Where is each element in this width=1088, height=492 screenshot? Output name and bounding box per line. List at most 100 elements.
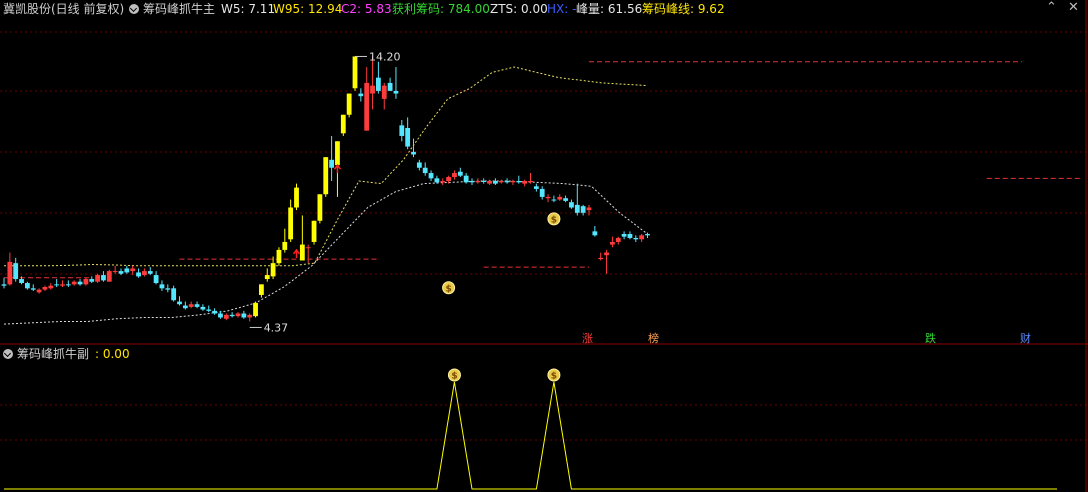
candle-body [235, 313, 241, 317]
candle-body [229, 314, 235, 317]
candle-body [475, 181, 481, 183]
candle-body [124, 268, 130, 273]
candle-body [621, 234, 627, 237]
money-signal-icon-symbol: $ [445, 284, 451, 294]
candlestick-chart[interactable]: 14.20 4.37 $ $ $ $ [0, 0, 1088, 492]
candle-body [270, 263, 276, 277]
candle-body [510, 181, 516, 183]
sub-money-signal-icon-symbol: $ [451, 372, 457, 382]
candle-body [276, 249, 282, 264]
candle-body [112, 271, 118, 273]
candle-body [574, 204, 580, 213]
candle-body [411, 151, 416, 155]
candle-body [136, 272, 141, 277]
candle-body [54, 284, 60, 286]
candle-body [182, 305, 188, 309]
buy-arrow-icon [292, 248, 301, 258]
candle-body [346, 93, 352, 115]
candle-body [142, 271, 147, 276]
candle-body [533, 186, 539, 189]
candle-body [580, 206, 586, 213]
candle-body [253, 302, 258, 317]
candle-body [60, 284, 65, 286]
candle-body [118, 271, 124, 274]
candle-body [551, 199, 557, 201]
candle-body [153, 275, 159, 284]
candle-body [422, 167, 428, 174]
candle-body [48, 285, 54, 289]
low-price-label: 4.37 [264, 321, 289, 334]
candle-body [89, 279, 95, 282]
candle-body [358, 93, 364, 97]
candle-body [364, 82, 370, 131]
candle-body [95, 275, 100, 282]
buy-arrow-icon [333, 163, 342, 174]
candle-body [177, 301, 182, 305]
candle-body [539, 188, 545, 197]
candle-body [264, 275, 270, 280]
candle-body [399, 125, 405, 136]
candle-body [469, 181, 475, 183]
candle-body [376, 77, 381, 91]
candle-body [487, 181, 492, 184]
candle-body [323, 157, 329, 195]
candle-body [627, 234, 633, 238]
candle-body [282, 241, 288, 250]
candle-body [288, 207, 294, 240]
candle-body [206, 309, 212, 311]
candle-body [77, 281, 83, 285]
candle-body [13, 263, 19, 280]
candle-body [639, 235, 645, 240]
candle-body [101, 275, 106, 281]
candle-body [259, 284, 264, 295]
high-price-label: 14.20 [369, 50, 401, 63]
candle-body [294, 187, 299, 208]
candle-body [381, 85, 387, 99]
candle-body [592, 231, 598, 236]
candle-body [405, 128, 411, 147]
candle-body [463, 175, 469, 183]
candle-body [340, 114, 346, 134]
candle-body [317, 194, 323, 221]
candle-body [30, 288, 36, 290]
candle-body [586, 207, 592, 211]
candle-body [159, 284, 165, 289]
candle-body [440, 181, 446, 183]
candle-body [352, 56, 358, 89]
candle-body [516, 181, 522, 183]
candle-body [604, 252, 609, 256]
candle-body [457, 171, 463, 176]
candle-body [42, 287, 48, 290]
candle-body [106, 271, 112, 282]
candle-body [25, 283, 30, 289]
candle-body [387, 82, 393, 91]
candle-body [188, 304, 194, 307]
candle-body [36, 289, 42, 293]
candle-body [528, 181, 533, 182]
candle-body [557, 196, 563, 200]
candle-body [335, 141, 340, 166]
candle-body [522, 181, 528, 184]
candle-body [428, 173, 434, 179]
candle-body [19, 279, 24, 284]
candle-body [393, 90, 399, 94]
candle-body [329, 159, 334, 168]
candle-body [83, 279, 89, 285]
candle-body [563, 198, 568, 201]
candle-body [7, 261, 13, 285]
candle-body [545, 196, 551, 199]
candle-body [200, 306, 206, 310]
candle-body [299, 244, 305, 261]
candle-body [434, 178, 440, 183]
sub-indicator-line [4, 381, 1057, 490]
chip-support-line [3, 180, 648, 325]
candle-body [446, 177, 451, 181]
candle-body [615, 237, 621, 242]
candle-body [498, 181, 504, 183]
candle-body [493, 181, 498, 184]
candle-body [71, 281, 77, 285]
candle-body [645, 234, 650, 236]
candle-body [610, 241, 615, 245]
candle-body [165, 288, 171, 290]
candle-body [194, 304, 200, 307]
